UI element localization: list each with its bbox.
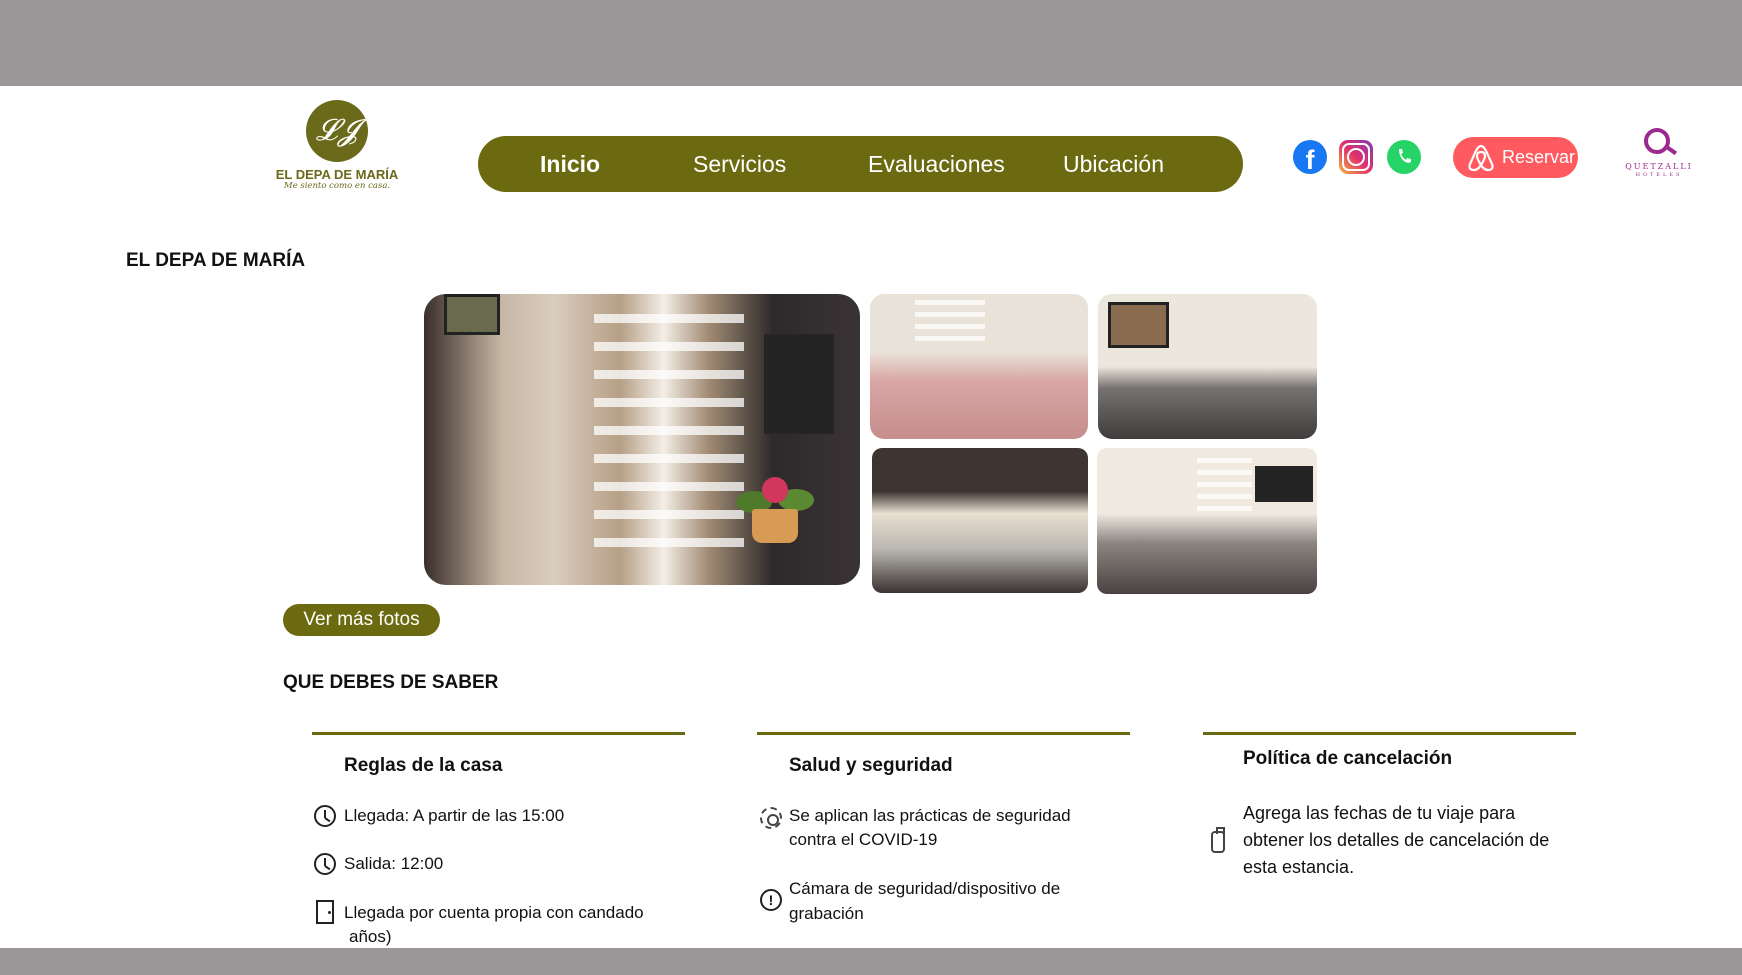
wall-painting — [444, 294, 500, 335]
nav-item-ubicacion[interactable]: Ubicación — [1063, 136, 1164, 192]
covid-text: Se aplican las prácticas de seguridad — [789, 806, 1071, 825]
facebook-icon[interactable]: f — [1293, 140, 1327, 174]
flower-pot — [734, 469, 814, 544]
pot — [752, 509, 798, 543]
clock-icon — [314, 805, 336, 827]
clock-icon — [314, 853, 336, 875]
cancellation-line-1: Agrega las fechas de tu viaje para — [1243, 803, 1516, 823]
nav-item-servicios[interactable]: Servicios — [693, 136, 786, 192]
divider — [757, 732, 1130, 735]
cancellation-line-2: obtener los detalles de cancelación de — [1243, 830, 1550, 850]
quetzalli-emblem-tail — [1664, 144, 1678, 156]
window-blinds — [915, 294, 985, 354]
covid-text-2: contra el COVID-19 — [789, 830, 938, 849]
tv-screen — [1255, 466, 1313, 502]
section-title: QUE DEBES DE SABER — [283, 672, 499, 693]
instagram-icon[interactable] — [1339, 140, 1373, 174]
quetzalli-logo[interactable]: QUETZALLI HOTELES — [1614, 128, 1704, 183]
camera-text-2: grabación — [789, 904, 864, 923]
divider — [312, 732, 685, 735]
gallery-photo-living[interactable] — [1098, 294, 1317, 439]
reservar-button[interactable]: Reservar — [1453, 137, 1578, 178]
quetzalli-emblem — [1644, 128, 1670, 154]
airbnb-icon — [1468, 144, 1494, 172]
house-rules-title: Reglas de la casa — [344, 755, 503, 776]
gallery-photo-bedroom[interactable] — [870, 294, 1088, 439]
quetzalli-sub: HOTELES — [1635, 172, 1683, 178]
self-checkin-text-2: años) — [349, 927, 392, 946]
more-photos-button[interactable]: Ver más fotos — [283, 604, 440, 636]
site-logo[interactable]: 𝓛𝓙 EL DEPA DE MARÍA Me siento como en ca… — [262, 100, 412, 194]
whatsapp-phone-glyph — [1399, 149, 1411, 163]
window-blinds — [1197, 454, 1252, 524]
checkin-text: Llegada: A partir de las 15:00 — [344, 806, 565, 825]
reservar-label: Reservar — [1502, 147, 1576, 167]
browser-bottom-bar — [0, 948, 1742, 975]
alert-icon: ! — [760, 889, 782, 911]
whatsapp-icon[interactable] — [1387, 140, 1421, 174]
wall-painting — [1108, 302, 1169, 348]
browser-top-bar — [0, 0, 1742, 86]
logo-emblem: 𝓛𝓙 — [306, 100, 368, 162]
cancellation-line-3: esta estancia. — [1243, 857, 1355, 877]
window-blinds — [594, 294, 744, 585]
logo-monogram: 𝓛𝓙 — [315, 113, 359, 148]
cleaning-icon — [760, 807, 782, 829]
cancellation-title: Política de cancelación — [1243, 748, 1453, 769]
instagram-lens — [1347, 148, 1365, 166]
tv-screen — [764, 334, 834, 434]
logo-name: EL DEPA DE MARÍA — [275, 167, 399, 182]
divider — [1203, 732, 1576, 735]
door-icon — [316, 900, 334, 924]
page-title: EL DEPA DE MARÍA — [126, 250, 306, 271]
checkout-text: Salida: 12:00 — [344, 854, 444, 873]
quetzalli-name: QUETZALLI — [1625, 162, 1693, 171]
gallery-photo-dining[interactable] — [1097, 448, 1317, 594]
health-safety-title: Salud y seguridad — [789, 755, 953, 776]
gallery-photo-kitchen[interactable] — [872, 448, 1088, 593]
self-checkin-text: Llegada por cuenta propia con candado — [344, 903, 644, 922]
main-nav: Inicio Servicios Evaluaciones Ubicación — [478, 136, 1243, 192]
gallery-photo-main[interactable] — [424, 294, 860, 585]
bloom — [762, 477, 788, 503]
facebook-glyph: f — [1305, 145, 1315, 174]
nav-item-evaluaciones[interactable]: Evaluaciones — [868, 136, 1005, 192]
logo-tagline: Me siento como en casa. — [283, 181, 391, 191]
camera-text: Cámara de seguridad/dispositivo de — [789, 879, 1061, 898]
nav-item-inicio[interactable]: Inicio — [540, 136, 600, 192]
luggage-icon — [1211, 827, 1225, 853]
